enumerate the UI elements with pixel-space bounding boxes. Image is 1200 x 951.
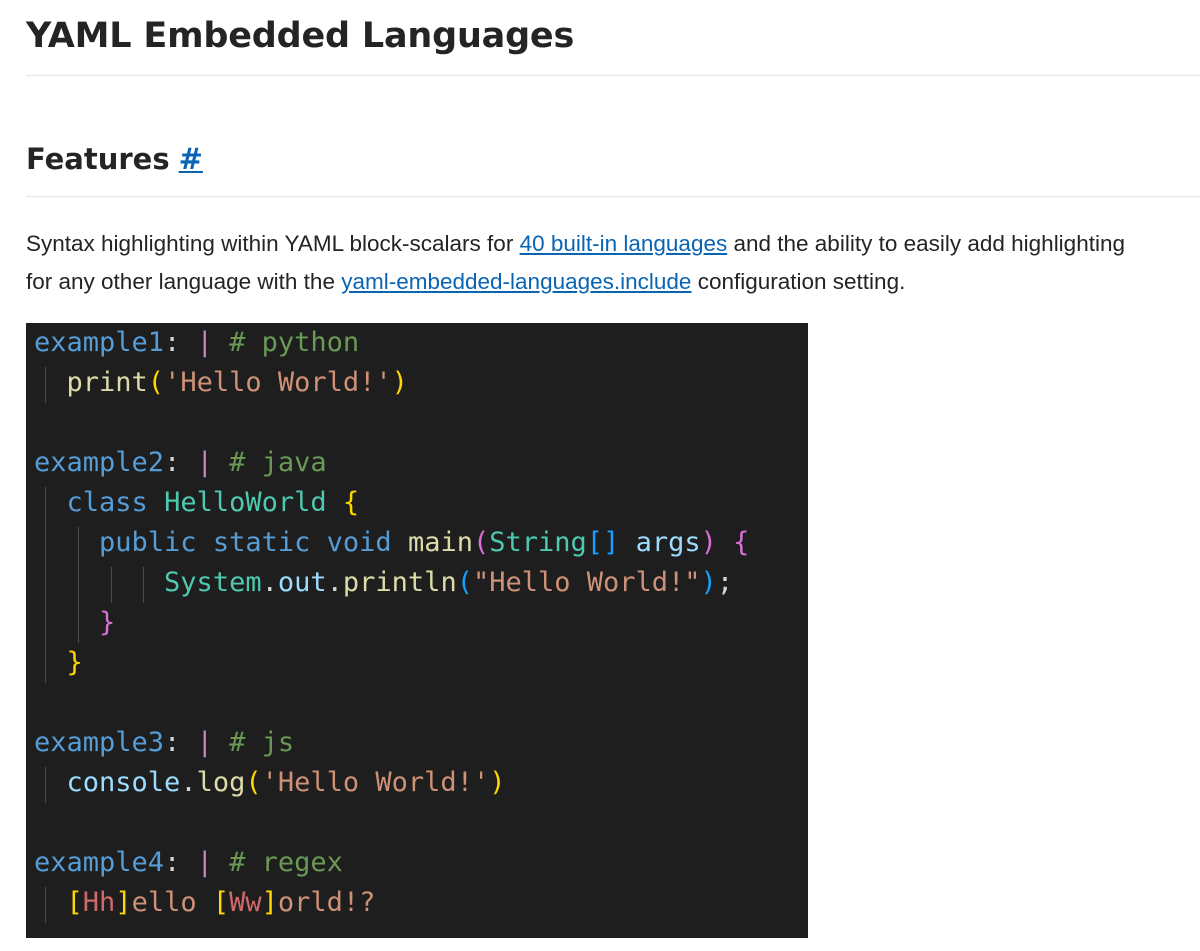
- code-line-java-close-class: }: [66, 647, 83, 678]
- code-line-java-main: public static void main(String[] args) {: [99, 527, 750, 558]
- code-line-js: console.log('Hello World!'): [66, 767, 506, 798]
- js-string: 'Hello World!': [261, 767, 490, 798]
- page-title: YAML Embedded Languages: [26, 16, 575, 56]
- java-method: main: [407, 527, 473, 558]
- java-keyword: class: [66, 487, 148, 518]
- regex-literal: ello: [131, 887, 213, 918]
- yaml-key: example1: [34, 327, 165, 358]
- include-setting-link[interactable]: yaml-embedded-languages.include: [341, 269, 691, 294]
- section-divider: [26, 196, 1200, 197]
- code-line-example4-key: example4: | # regex: [34, 847, 343, 878]
- title-divider: [26, 75, 1200, 76]
- code-example-block: example1: | # python print('Hello World!…: [26, 323, 808, 938]
- java-type: System: [164, 567, 262, 598]
- yaml-comment: # js: [229, 727, 295, 758]
- java-type: String: [489, 527, 587, 558]
- python-string: 'Hello World!': [164, 367, 392, 398]
- yaml-key: example3: [34, 727, 165, 758]
- java-keyword: void: [326, 527, 392, 558]
- python-print: print: [66, 367, 148, 398]
- code-line-example3-key: example3: | # js: [34, 727, 295, 758]
- yaml-comment: # regex: [229, 847, 343, 878]
- code-line-regex: [Hh]ello [Ww]orld!?: [66, 887, 376, 918]
- description-text-1: Syntax highlighting within YAML block-sc…: [26, 231, 520, 256]
- yaml-key: example4: [34, 847, 165, 878]
- java-keyword: public: [99, 527, 197, 558]
- yaml-comment: # python: [229, 327, 360, 358]
- code-line-python: print('Hello World!'): [66, 367, 408, 398]
- code-line-java-class: class HelloWorld {: [66, 487, 360, 518]
- java-param: args: [635, 527, 701, 558]
- js-method: log: [196, 767, 246, 798]
- description-text-2: and the ability to easily add highlighti…: [727, 231, 1125, 256]
- code-line-example2-key: example2: | # java: [34, 447, 327, 478]
- description-text-3: for any other language with the: [26, 269, 342, 294]
- code-line-java-println: System.out.println("Hello World!");: [164, 567, 734, 598]
- java-field: out: [277, 567, 327, 598]
- code-line-example1-key: example1: | # python: [34, 327, 360, 358]
- js-object: console: [66, 767, 181, 798]
- java-class-name: HelloWorld: [164, 487, 327, 518]
- regex-literal: orld!?: [277, 887, 376, 918]
- yaml-comment: # java: [229, 447, 327, 478]
- java-keyword: static: [212, 527, 311, 558]
- yaml-key: example2: [34, 447, 165, 478]
- java-method: println: [342, 567, 457, 598]
- features-heading: Features #: [26, 142, 203, 176]
- regex-char-class: Ww: [229, 887, 262, 918]
- built-in-languages-link[interactable]: 40 built-in languages: [520, 231, 728, 256]
- features-heading-label: Features: [26, 142, 170, 176]
- features-description: Syntax highlighting within YAML block-sc…: [26, 225, 1200, 301]
- java-string: "Hello World!": [472, 567, 701, 598]
- features-anchor-link[interactable]: #: [179, 142, 203, 176]
- code-line-java-close-method: }: [99, 607, 116, 638]
- regex-char-class: Hh: [82, 887, 116, 918]
- description-text-4: configuration setting.: [691, 269, 906, 294]
